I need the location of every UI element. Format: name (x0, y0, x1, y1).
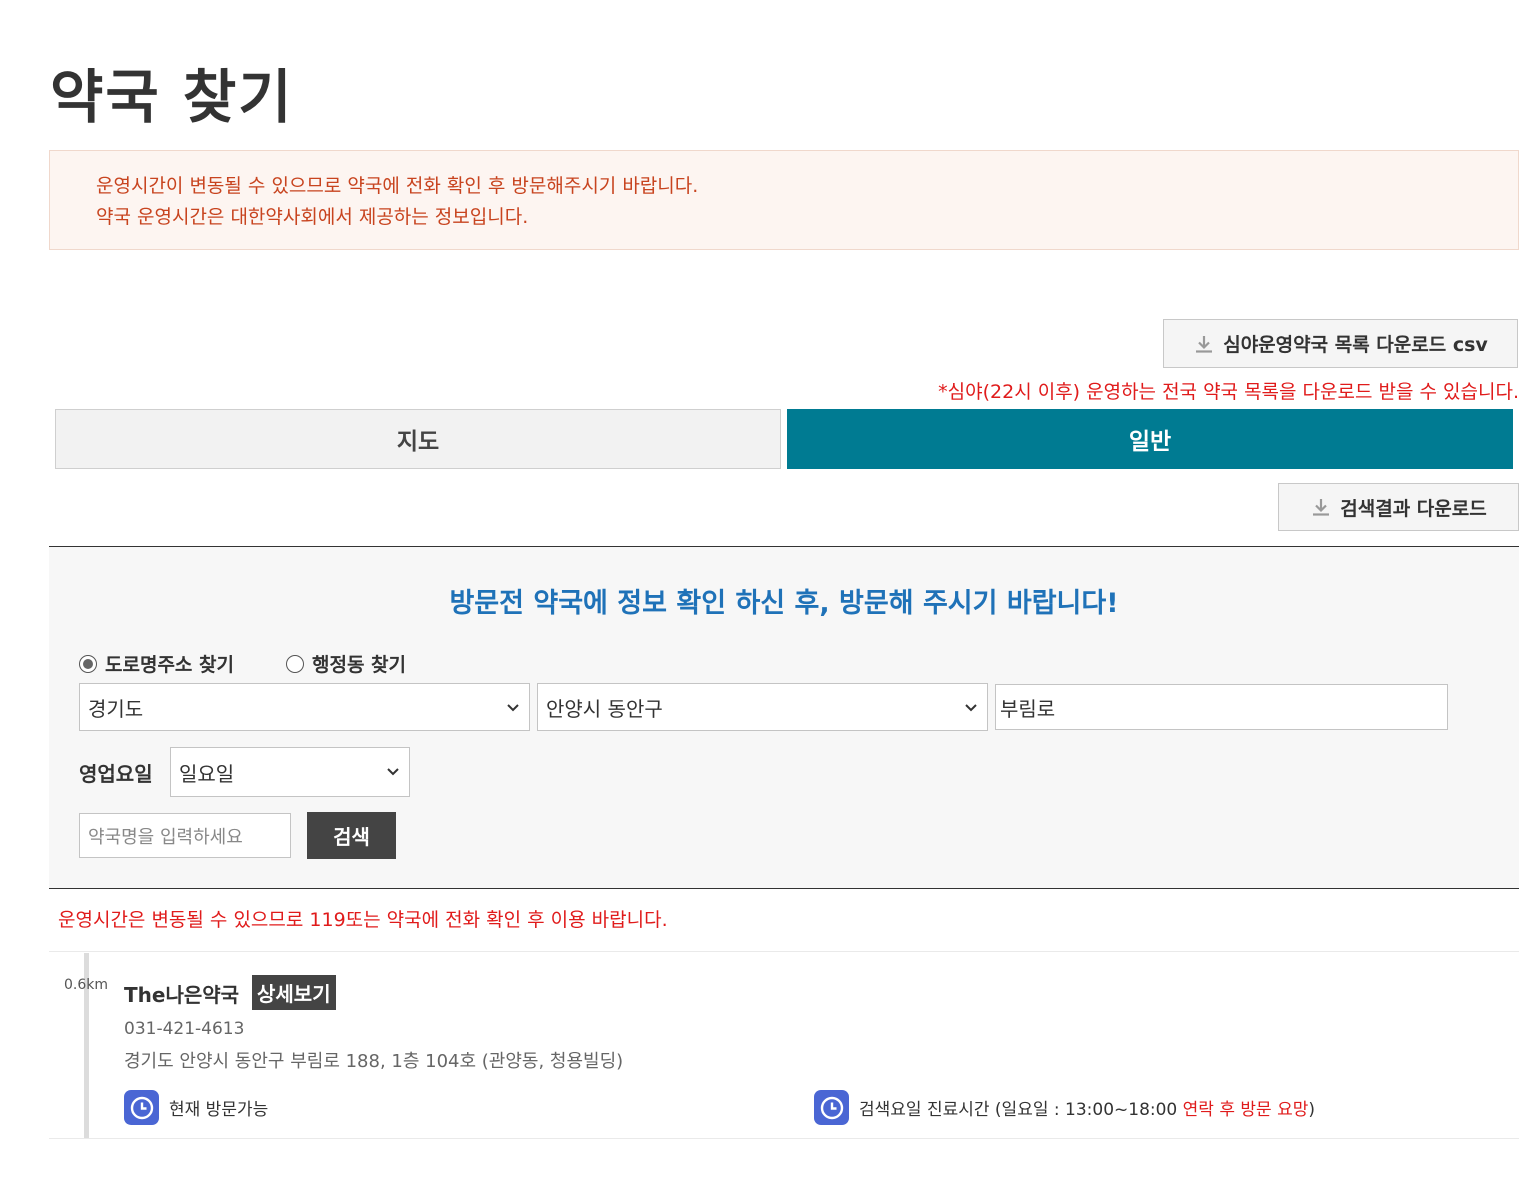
search-panel: 방문전 약국에 정보 확인 하신 후, 방문해 주시기 바랍니다! 도로명주소 … (49, 546, 1519, 889)
radio-checked-icon (79, 654, 97, 673)
result-phone: 031-421-4613 (124, 1019, 245, 1039)
radio-road-label: 도로명주소 찾기 (105, 654, 234, 676)
hours-text: 검색요일 진료시간 (일요일 : 13:00~18:00 연락 후 방문 요망) (859, 1095, 1315, 1120)
province-select[interactable]: 경기도 (79, 683, 530, 731)
csv-download-note: *심야(22시 이후) 운영하는 전국 약국 목록을 다운로드 받을 수 있습니… (938, 381, 1519, 403)
business-day-value: 일요일 (179, 761, 235, 786)
notice-box: 운영시간이 변동될 수 있으므로 약국에 전화 확인 후 방문해주시기 바랍니다… (49, 150, 1519, 250)
result-download-button[interactable]: 검색결과 다운로드 (1278, 483, 1519, 531)
result-distance: 0.6km (64, 977, 109, 993)
chevron-down-icon (507, 704, 519, 712)
road-input[interactable]: 부림로 (995, 684, 1448, 730)
tab-normal[interactable]: 일반 (787, 409, 1513, 469)
hours-note: 연락 후 방문 요망 (1182, 1100, 1309, 1120)
pharmacy-name-input[interactable]: 약국명을 입력하세요 (79, 813, 291, 858)
province-value: 경기도 (88, 696, 144, 721)
chevron-down-icon (387, 768, 399, 776)
divider (49, 951, 1519, 952)
status-visit-now: 현재 방문가능 (124, 1090, 268, 1125)
detail-button[interactable]: 상세보기 (252, 975, 336, 1010)
csv-download-button[interactable]: 심야운영약국 목록 다운로드 csv (1163, 319, 1518, 368)
notice-line-2: 약국 운영시간은 대한약사회에서 제공하는 정보입니다. (96, 206, 529, 228)
operation-warning: 운영시간은 변동될 수 있으므로 119또는 약국에 전화 확인 후 이용 바랍… (58, 909, 668, 931)
status-now-text: 현재 방문가능 (169, 1100, 269, 1120)
city-value: 안양시 동안구 (546, 696, 663, 721)
search-heading: 방문전 약국에 정보 확인 하신 후, 방문해 주시기 바랍니다! (449, 588, 1119, 619)
status-hours: 검색요일 진료시간 (일요일 : 13:00~18:00 연락 후 방문 요망) (814, 1090, 1315, 1125)
radio-admin-label: 행정동 찾기 (311, 654, 406, 676)
clock-icon (814, 1090, 849, 1125)
result-download-label: 검색결과 다운로드 (1340, 497, 1487, 520)
city-select[interactable]: 안양시 동안구 (537, 683, 988, 731)
result-address: 경기도 안양시 동안구 부림로 188, 1층 104호 (관양동, 청용빌딩) (124, 1051, 624, 1072)
search-mode-radios: 도로명주소 찾기 행정동 찾기 (79, 650, 406, 677)
page-title: 약국 찾기 (50, 63, 294, 131)
download-icon (1313, 499, 1330, 516)
csv-download-label: 심야운영약국 목록 다운로드 csv (1223, 334, 1488, 356)
radio-road-address[interactable]: 도로명주소 찾기 (79, 650, 234, 677)
download-icon (1196, 335, 1213, 353)
radio-unchecked-icon (285, 654, 304, 673)
hours-prefix: 검색요일 진료시간 (일요일 : 13:00~18:00 (859, 1100, 1183, 1120)
clock-icon (124, 1090, 159, 1125)
result-name: The나은약국 (124, 983, 240, 1007)
notice-line-1: 운영시간이 변동될 수 있으므로 약국에 전화 확인 후 방문해주시기 바랍니다… (96, 175, 699, 197)
business-day-select[interactable]: 일요일 (170, 747, 410, 797)
radio-admin-dong[interactable]: 행정동 찾기 (285, 650, 406, 677)
chevron-down-icon (965, 704, 977, 712)
divider (49, 1138, 1519, 1139)
tab-map[interactable]: 지도 (55, 409, 781, 469)
search-button[interactable]: 검색 (307, 812, 396, 859)
hours-suffix: ) (1308, 1100, 1315, 1120)
business-day-label: 영업요일 (79, 762, 153, 786)
